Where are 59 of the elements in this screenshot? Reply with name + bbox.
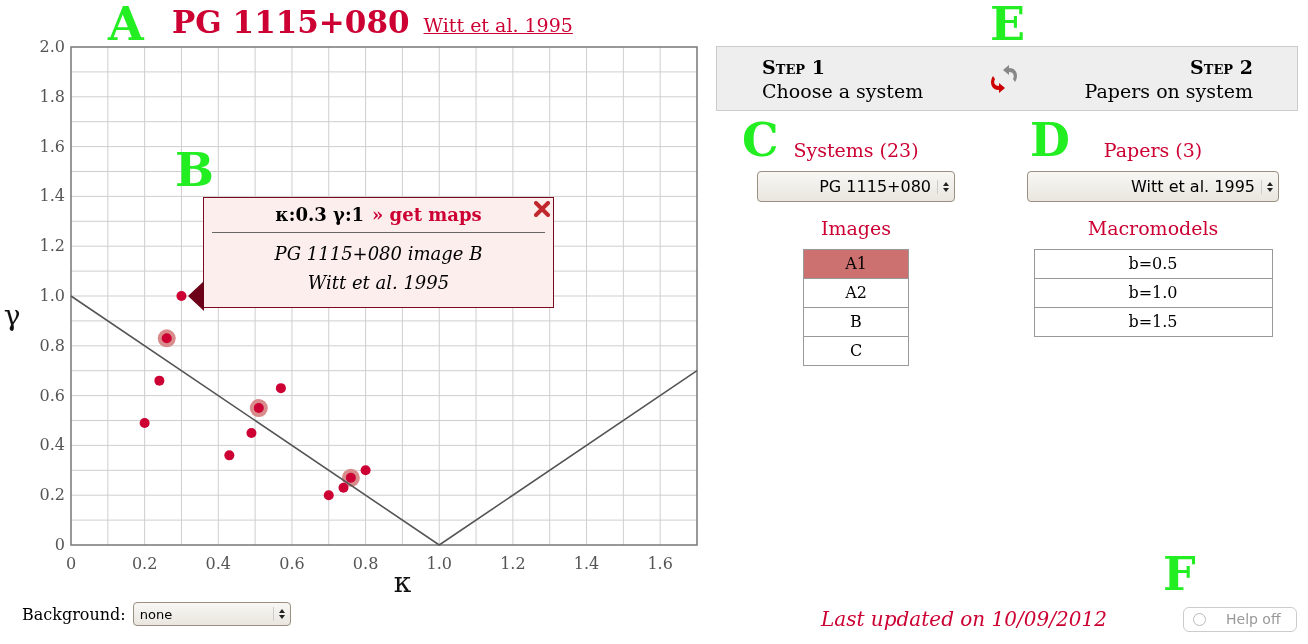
x-tick-label: 0: [65, 554, 77, 573]
data-point[interactable]: [139, 418, 150, 428]
data-point[interactable]: [323, 490, 334, 501]
marker-letter: C: [742, 116, 779, 164]
marker-letter: D: [1030, 116, 1070, 164]
step-title: Step 1: [762, 54, 826, 79]
background-label: Background:: [22, 604, 126, 624]
y-tick-label: 1.2: [39, 236, 65, 256]
x-tick-label: 1.6: [647, 554, 673, 573]
marker-letter: F: [1163, 550, 1196, 598]
y-tick-label: 0.4: [39, 435, 65, 455]
y-tick-label: 0.8: [39, 335, 65, 355]
step-subtitle: Papers on system: [1084, 78, 1253, 103]
y-tick-label: 1.0: [39, 286, 65, 305]
y-tick-label: 1.6: [39, 136, 65, 156]
y-tick-label: 1.8: [39, 86, 65, 106]
x-tick-label: 1.4: [573, 554, 600, 573]
papers-heading: Papers (3): [1103, 138, 1203, 163]
system-select[interactable]: PG 1115+080: [757, 171, 955, 202]
tooltip-heading: κ:0.3 γ:1: [275, 203, 365, 227]
step-title: Step 2: [1190, 54, 1253, 79]
data-point[interactable]: [360, 465, 371, 476]
data-point[interactable]: [154, 375, 165, 386]
last-updated-text: Last updated on 10/09/2012: [821, 607, 1107, 631]
images-heading: Images: [821, 216, 891, 241]
close-icon[interactable]: [534, 201, 550, 217]
x-tick-label: 1.0: [426, 554, 452, 573]
y-axis-label: γ: [3, 299, 21, 332]
y-tick-label: 1.4: [39, 186, 65, 206]
y-tick-label: 0.2: [39, 485, 65, 505]
data-point[interactable]: [246, 427, 257, 438]
x-tick-label: 0.2: [131, 554, 158, 573]
y-tick-label: 0: [54, 535, 65, 554]
background-select[interactable]: none: [132, 602, 291, 626]
y-tick-label: 0.6: [39, 385, 65, 405]
x-tick-label: 1.2: [500, 554, 526, 573]
systems-heading: Systems (23): [793, 138, 919, 163]
pointer-icon: [188, 281, 204, 311]
x-tick-label: 0.8: [352, 554, 379, 573]
data-point[interactable]: [224, 450, 235, 461]
y-tick-label: 2.0: [39, 40, 65, 56]
marker-letter: A: [108, 0, 144, 48]
tooltip-text: Witt et al. 1995: [306, 271, 451, 295]
marker-letter: E: [990, 0, 1026, 48]
step-subtitle: Choose a system: [762, 78, 924, 103]
system-title: PG 1115+080: [172, 4, 410, 40]
get-maps-link[interactable]: » get maps: [372, 202, 482, 228]
data-point[interactable]: [338, 482, 349, 493]
tooltip-text: PG 1115+080 image B: [273, 242, 484, 266]
data-point[interactable]: [275, 383, 286, 394]
image-item[interactable]: A1: [804, 250, 908, 279]
marker-letter: B: [175, 146, 214, 194]
paper-select[interactable]: Witt et al. 1995: [1027, 171, 1279, 202]
data-point[interactable]: [176, 291, 187, 301]
x-tick-label: 0.4: [205, 554, 231, 573]
x-axis-label: κ: [393, 566, 412, 599]
x-tick-label: 0.6: [279, 554, 305, 573]
macromodels-heading: Macromodels: [1087, 216, 1219, 241]
paper-link[interactable]: Witt et al. 1995: [423, 14, 573, 40]
